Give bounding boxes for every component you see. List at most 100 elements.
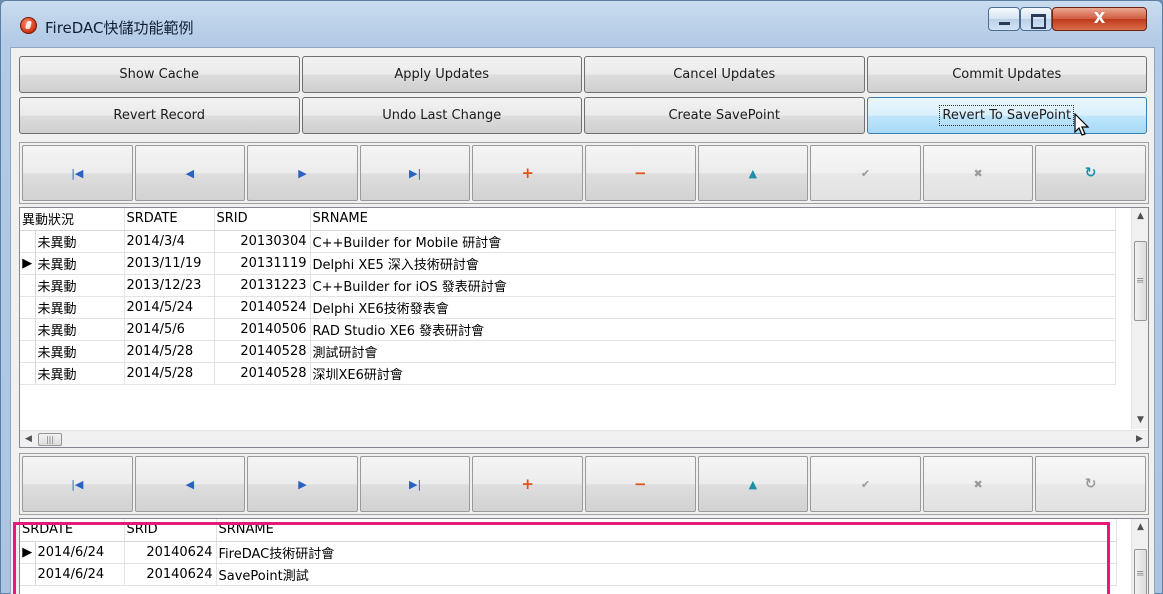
nav1-delete-button[interactable]: − bbox=[584, 145, 696, 201]
status-cell[interactable]: 未異動 bbox=[35, 318, 125, 341]
grid2-col-srdate[interactable]: SRDATE bbox=[20, 519, 125, 542]
show-cache-button[interactable]: Show Cache bbox=[19, 56, 300, 93]
undo-last-change-label: Undo Last Change bbox=[382, 108, 502, 123]
scroll-up-icon[interactable]: ▲ bbox=[1132, 208, 1148, 225]
srid-cell[interactable]: 20140506 bbox=[214, 318, 311, 341]
srdate-cell[interactable]: 2014/5/24 bbox=[124, 296, 215, 319]
nav1-refresh-button[interactable]: ↻ bbox=[1035, 145, 1146, 201]
nav2-first-button[interactable]: |◀ bbox=[22, 456, 133, 512]
status-cell[interactable]: 未異動 bbox=[35, 362, 125, 385]
status-cell[interactable]: 未異動 bbox=[35, 296, 125, 319]
minimize-button[interactable] bbox=[988, 7, 1020, 31]
srdate-cell[interactable]: 2014/5/28 bbox=[124, 340, 215, 363]
srdate-cell[interactable]: 2014/6/24 bbox=[35, 541, 125, 564]
status-cell[interactable]: 未異動 bbox=[35, 274, 125, 297]
srid-cell[interactable]: 20131119 bbox=[214, 252, 311, 275]
srname-cell[interactable]: Delphi XE5 深入技術研討會 bbox=[310, 252, 1116, 275]
table-row[interactable]: 未異動 2013/12/23 20131223 C++Builder for i… bbox=[20, 274, 1116, 297]
table-row[interactable]: ▶ 2014/6/24 20140624 FireDAC技術研討會 bbox=[20, 541, 1117, 564]
grid1-col-srdate[interactable]: SRDATE bbox=[124, 208, 215, 231]
title-bar[interactable]: FireDAC快儲功能範例 X bbox=[1, 1, 1162, 47]
grid2-col-srid[interactable]: SRID bbox=[124, 519, 217, 542]
grid2-header-row: SRDATE SRID SRNAME bbox=[20, 519, 1117, 542]
refresh-icon: ↻ bbox=[1084, 165, 1097, 181]
srdate-cell[interactable]: 2013/11/19 bbox=[124, 252, 215, 275]
srname-cell[interactable]: 深圳XE6研討會 bbox=[310, 362, 1116, 385]
data-grid-2[interactable]: SRDATE SRID SRNAME ▶ 2014/6/24 20140624 … bbox=[19, 518, 1149, 594]
srname-cell[interactable]: C++Builder for Mobile 研討會 bbox=[310, 230, 1116, 253]
srid-cell[interactable]: 20140624 bbox=[124, 563, 217, 586]
nav1-post-button[interactable]: ✔ bbox=[810, 145, 921, 201]
status-cell[interactable]: 未異動 bbox=[35, 340, 125, 363]
grid1-hscroll-thumb[interactable]: ||| bbox=[38, 433, 62, 446]
nav2-next-button[interactable]: ▶ bbox=[247, 456, 358, 512]
grid2-vertical-scrollbar[interactable]: ▲ bbox=[1131, 519, 1148, 594]
srid-cell[interactable]: 20130304 bbox=[214, 230, 311, 253]
nav2-cancel-button[interactable]: ✖ bbox=[922, 456, 1034, 512]
revert-record-button[interactable]: Revert Record bbox=[19, 97, 300, 134]
nav2-post-button[interactable]: ✔ bbox=[810, 456, 921, 512]
nav2-insert-button[interactable]: + bbox=[472, 456, 583, 512]
revert-to-savepoint-button[interactable]: Revert To SavePoint bbox=[866, 97, 1147, 134]
grid1-col-srname[interactable]: SRNAME bbox=[310, 208, 1116, 231]
nav1-next-button[interactable]: ▶ bbox=[247, 145, 358, 201]
scroll-down-icon[interactable]: ▼ bbox=[1132, 412, 1148, 429]
srdate-cell[interactable]: 2014/5/28 bbox=[124, 362, 215, 385]
scroll-right-icon[interactable]: ▶ bbox=[1131, 431, 1148, 447]
nav1-last-button[interactable]: ▶| bbox=[359, 145, 471, 201]
table-row[interactable]: ▶ 未異動 2013/11/19 20131119 Delphi XE5 深入技… bbox=[20, 252, 1116, 275]
srname-cell[interactable]: C++Builder for iOS 發表研討會 bbox=[310, 274, 1116, 297]
srid-cell[interactable]: 20140528 bbox=[214, 362, 311, 385]
status-cell[interactable]: 未異動 bbox=[35, 252, 125, 275]
row-indicator bbox=[20, 563, 36, 586]
nav1-cancel-button[interactable]: ✖ bbox=[922, 145, 1034, 201]
undo-last-change-button[interactable]: Undo Last Change bbox=[301, 97, 582, 134]
grid1-vscroll-thumb[interactable] bbox=[1134, 241, 1147, 321]
srid-cell[interactable]: 20140528 bbox=[214, 340, 311, 363]
maximize-button[interactable] bbox=[1020, 7, 1052, 31]
nav1-insert-button[interactable]: + bbox=[472, 145, 583, 201]
grid1-col-status[interactable]: 異動狀況 bbox=[20, 208, 125, 231]
status-cell[interactable]: 未異動 bbox=[35, 230, 125, 253]
grid2-col-srname[interactable]: SRNAME bbox=[216, 519, 1117, 542]
table-row[interactable]: 未異動 2014/3/4 20130304 C++Builder for Mob… bbox=[20, 230, 1116, 253]
srdate-cell[interactable]: 2014/3/4 bbox=[124, 230, 215, 253]
scroll-left-icon[interactable]: ◀ bbox=[20, 431, 37, 447]
srname-cell[interactable]: SavePoint測試 bbox=[216, 563, 1117, 586]
data-grid-1[interactable]: 異動狀況 SRDATE SRID SRNAME 未異動 2014/3/4 201… bbox=[19, 207, 1149, 448]
table-row[interactable]: 未異動 2014/5/28 20140528 深圳XE6研討會 bbox=[20, 362, 1116, 385]
nav1-first-button[interactable]: |◀ bbox=[22, 145, 133, 201]
srid-cell[interactable]: 20131223 bbox=[214, 274, 311, 297]
nav2-edit-button[interactable]: ▲ bbox=[697, 456, 809, 512]
nav2-last-button[interactable]: ▶| bbox=[359, 456, 471, 512]
nav1-edit-button[interactable]: ▲ bbox=[697, 145, 809, 201]
table-row[interactable]: 未異動 2014/5/6 20140506 RAD Studio XE6 發表研… bbox=[20, 318, 1116, 341]
commit-updates-button[interactable]: Commit Updates bbox=[866, 56, 1147, 93]
grid2-vscroll-thumb[interactable] bbox=[1134, 549, 1147, 594]
table-row[interactable]: 未異動 2014/5/28 20140528 測試研討會 bbox=[20, 340, 1116, 363]
srname-cell[interactable]: Delphi XE6技術發表會 bbox=[310, 296, 1116, 319]
table-row[interactable]: 未異動 2014/5/24 20140524 Delphi XE6技術發表會 bbox=[20, 296, 1116, 319]
nav2-prior-button[interactable]: ◀ bbox=[134, 456, 246, 512]
grid1-horizontal-scrollbar[interactable]: ◀ ||| ▶ bbox=[20, 430, 1148, 447]
srdate-cell[interactable]: 2014/6/24 bbox=[35, 563, 125, 586]
srname-cell[interactable]: 測試研討會 bbox=[310, 340, 1116, 363]
srdate-cell[interactable]: 2014/5/6 bbox=[124, 318, 215, 341]
grid1-col-srid[interactable]: SRID bbox=[214, 208, 311, 231]
cross-icon: ✖ bbox=[973, 166, 983, 180]
scroll-up-icon[interactable]: ▲ bbox=[1132, 519, 1148, 536]
nav1-prior-button[interactable]: ◀ bbox=[134, 145, 246, 201]
srid-cell[interactable]: 20140624 bbox=[124, 541, 217, 564]
nav2-refresh-button[interactable]: ↻ bbox=[1035, 456, 1146, 512]
cancel-updates-button[interactable]: Cancel Updates bbox=[584, 56, 865, 93]
apply-updates-button[interactable]: Apply Updates bbox=[301, 56, 582, 93]
table-row[interactable]: 2014/6/24 20140624 SavePoint測試 bbox=[20, 563, 1117, 586]
close-button[interactable]: X bbox=[1052, 7, 1147, 31]
srname-cell[interactable]: RAD Studio XE6 發表研討會 bbox=[310, 318, 1116, 341]
srname-cell[interactable]: FireDAC技術研討會 bbox=[216, 541, 1117, 564]
grid1-vertical-scrollbar[interactable]: ▲ ▼ bbox=[1131, 208, 1148, 429]
srdate-cell[interactable]: 2013/12/23 bbox=[124, 274, 215, 297]
srid-cell[interactable]: 20140524 bbox=[214, 296, 311, 319]
nav2-delete-button[interactable]: − bbox=[584, 456, 696, 512]
create-savepoint-button[interactable]: Create SavePoint bbox=[584, 97, 865, 134]
